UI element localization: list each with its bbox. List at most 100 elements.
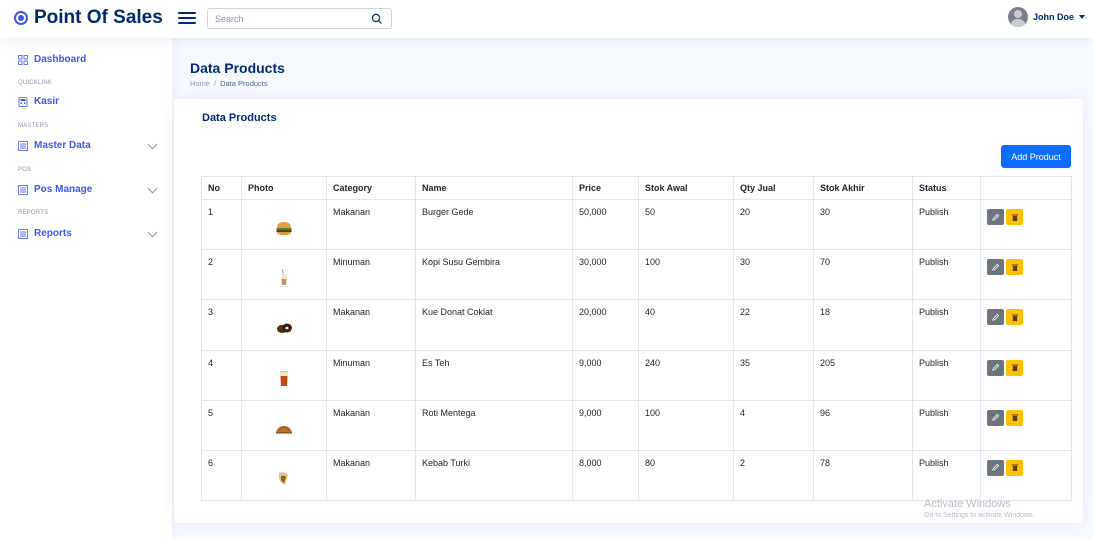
delete-button[interactable] — [1006, 359, 1023, 376]
cell-price: 20,000 — [572, 299, 639, 351]
delete-button[interactable] — [1006, 209, 1023, 225]
watermark-line2: Go to Settings to activate Windows. — [924, 512, 1035, 519]
pencil-icon — [992, 263, 1000, 271]
cell-photo — [241, 249, 327, 301]
cell-photo — [241, 449, 327, 502]
sidebar-item-dashboard[interactable]: Dashboard — [18, 54, 156, 65]
cell-name: Burger Gede — [415, 198, 573, 251]
cell-stok-akhir: 18 — [813, 299, 913, 351]
cell-stok-akhir: 96 — [813, 399, 913, 451]
sidebar-heading-quicklink: QUICKLINK — [18, 80, 53, 86]
delete-button[interactable] — [1006, 409, 1023, 426]
edit-button[interactable] — [987, 209, 1004, 225]
delete-button[interactable] — [1006, 259, 1023, 276]
activation-watermark: Activate Windows Go to Settings to activ… — [924, 498, 1035, 519]
cell-price: 9,000 — [572, 349, 639, 401]
cell-status: Publish — [912, 198, 981, 251]
column-header: Photo — [241, 176, 327, 200]
table-row: 6 Makanan Kebab Turki 8,000 80 2 78 Publ… — [201, 449, 1072, 502]
cell-stok-akhir: 30 — [813, 198, 913, 251]
sidebar-item-reports[interactable]: Reports — [18, 227, 158, 239]
products-card: Data Products Add Product No Photo Categ… — [174, 99, 1083, 523]
row-actions — [987, 359, 1065, 376]
cell-status: Publish — [912, 449, 981, 502]
cell-no: 3 — [201, 299, 242, 351]
cell-status: Publish — [912, 299, 981, 351]
cell-price: 8,000 — [572, 449, 639, 502]
edit-button[interactable] — [987, 309, 1004, 326]
pencil-icon — [992, 464, 1000, 472]
sidebar-heading-pos: POS — [18, 167, 32, 173]
column-header: Stok Awal — [638, 176, 734, 200]
cell-category: Makanan — [326, 299, 416, 351]
cell-stok-awal: 240 — [638, 349, 734, 401]
kebab-image — [279, 471, 288, 485]
column-header — [980, 176, 1072, 200]
cell-price: 9,000 — [572, 399, 639, 451]
delete-button[interactable] — [1006, 459, 1023, 476]
cell-stok-awal: 100 — [638, 399, 734, 451]
add-product-button[interactable]: Add Product — [1001, 145, 1071, 168]
table-row: 2 Minuman Kopi Susu Gembira 30,000 100 3… — [201, 249, 1072, 301]
cell-qty-jual: 22 — [733, 299, 814, 351]
cell-category: Minuman — [326, 349, 416, 401]
cell-category: Minuman — [326, 249, 416, 301]
breadcrumb: Home / Data Products — [190, 79, 268, 88]
column-header: Stok Akhir — [813, 176, 913, 200]
sidebar-item-master-data[interactable]: Master Data — [18, 139, 158, 151]
sidebar-item-kasir[interactable]: Kasir — [18, 96, 156, 107]
cell-category: Makanan — [326, 399, 416, 451]
cell-actions — [980, 299, 1072, 351]
cell-category: Makanan — [326, 449, 416, 502]
cell-no: 5 — [201, 399, 242, 451]
cell-qty-jual: 30 — [733, 249, 814, 301]
cell-stok-akhir: 205 — [813, 349, 913, 401]
sidebar-heading-reports: REPORTS — [18, 210, 49, 216]
cell-actions — [980, 399, 1072, 451]
cell-status: Publish — [912, 349, 981, 401]
search-input[interactable] — [208, 13, 358, 24]
row-actions — [987, 409, 1065, 426]
trash-icon — [1011, 364, 1018, 372]
column-header: No — [201, 176, 242, 200]
sidebar-toggle-icon[interactable] — [178, 9, 196, 25]
user-menu[interactable]: John Doe — [1007, 7, 1085, 27]
sidebar-item-label: Kasir — [34, 96, 60, 107]
sidebar-item-label: Reports — [34, 228, 72, 239]
cell-price: 50,000 — [572, 198, 639, 251]
sidebar-heading-masters: MASTERS — [18, 123, 49, 129]
cell-no: 2 — [201, 249, 242, 301]
cell-no: 4 — [201, 349, 242, 401]
trash-icon — [1011, 214, 1018, 221]
breadcrumb-home[interactable]: Home — [190, 79, 210, 88]
cell-no: 1 — [201, 198, 242, 251]
table-row: 4 Minuman Es Teh 9,000 240 35 205 Publis… — [201, 349, 1072, 401]
sidebar-item-label: Pos Manage — [34, 184, 93, 195]
edit-button[interactable] — [987, 459, 1004, 476]
cell-stok-akhir: 70 — [813, 249, 913, 301]
edit-button[interactable] — [987, 409, 1004, 426]
sidebar-item-label: Dashboard — [34, 54, 87, 65]
app-logo[interactable]: Point Of Sales — [14, 7, 163, 29]
products-table: No Photo Category Name Price Stok Awal Q… — [201, 176, 1072, 502]
cell-name: Kue Donat Coklat — [415, 299, 573, 351]
iced-tea-image — [280, 371, 288, 387]
cell-qty-jual: 35 — [733, 349, 814, 401]
sidebar-item-pos-manage[interactable]: Pos Manage — [18, 183, 158, 195]
pencil-icon — [992, 414, 1000, 422]
menu-icon — [18, 184, 28, 195]
trash-icon — [1011, 264, 1018, 271]
cell-actions — [980, 198, 1072, 251]
cell-price: 30,000 — [572, 249, 639, 301]
edit-button[interactable] — [987, 259, 1004, 276]
column-header: Price — [572, 176, 639, 200]
cell-qty-jual: 20 — [733, 198, 814, 251]
cell-name: Es Teh — [415, 349, 573, 401]
avatar — [1007, 7, 1028, 27]
edit-button[interactable] — [987, 359, 1004, 376]
cell-photo — [241, 399, 327, 451]
search-icon[interactable] — [371, 13, 383, 25]
table-row: 3 Makanan Kue Donat Coklat 20,000 40 22 … — [201, 299, 1072, 351]
delete-button[interactable] — [1006, 309, 1023, 326]
pencil-icon — [992, 363, 1000, 371]
